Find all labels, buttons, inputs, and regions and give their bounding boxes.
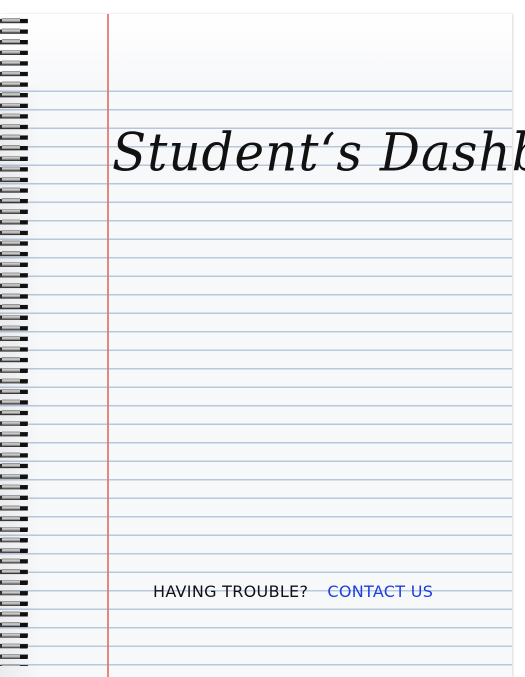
sheet-header-area — [0, 14, 512, 86]
spiral-holes — [20, 16, 27, 666]
help-prompt-text: HAVING TROUBLE? — [153, 582, 309, 601]
notebook-sheet — [0, 14, 512, 677]
contact-us-link[interactable]: CONTACT US — [327, 582, 433, 601]
spiral-wire — [2, 16, 20, 666]
margin-line — [107, 14, 109, 677]
help-footer: HAVING TROUBLE? CONTACT US — [153, 581, 433, 603]
notebook-page: Student‘s Dashboard HAVING TROUBLE? CONT… — [0, 0, 525, 677]
page-title: Student‘s Dashboard — [112, 122, 525, 184]
